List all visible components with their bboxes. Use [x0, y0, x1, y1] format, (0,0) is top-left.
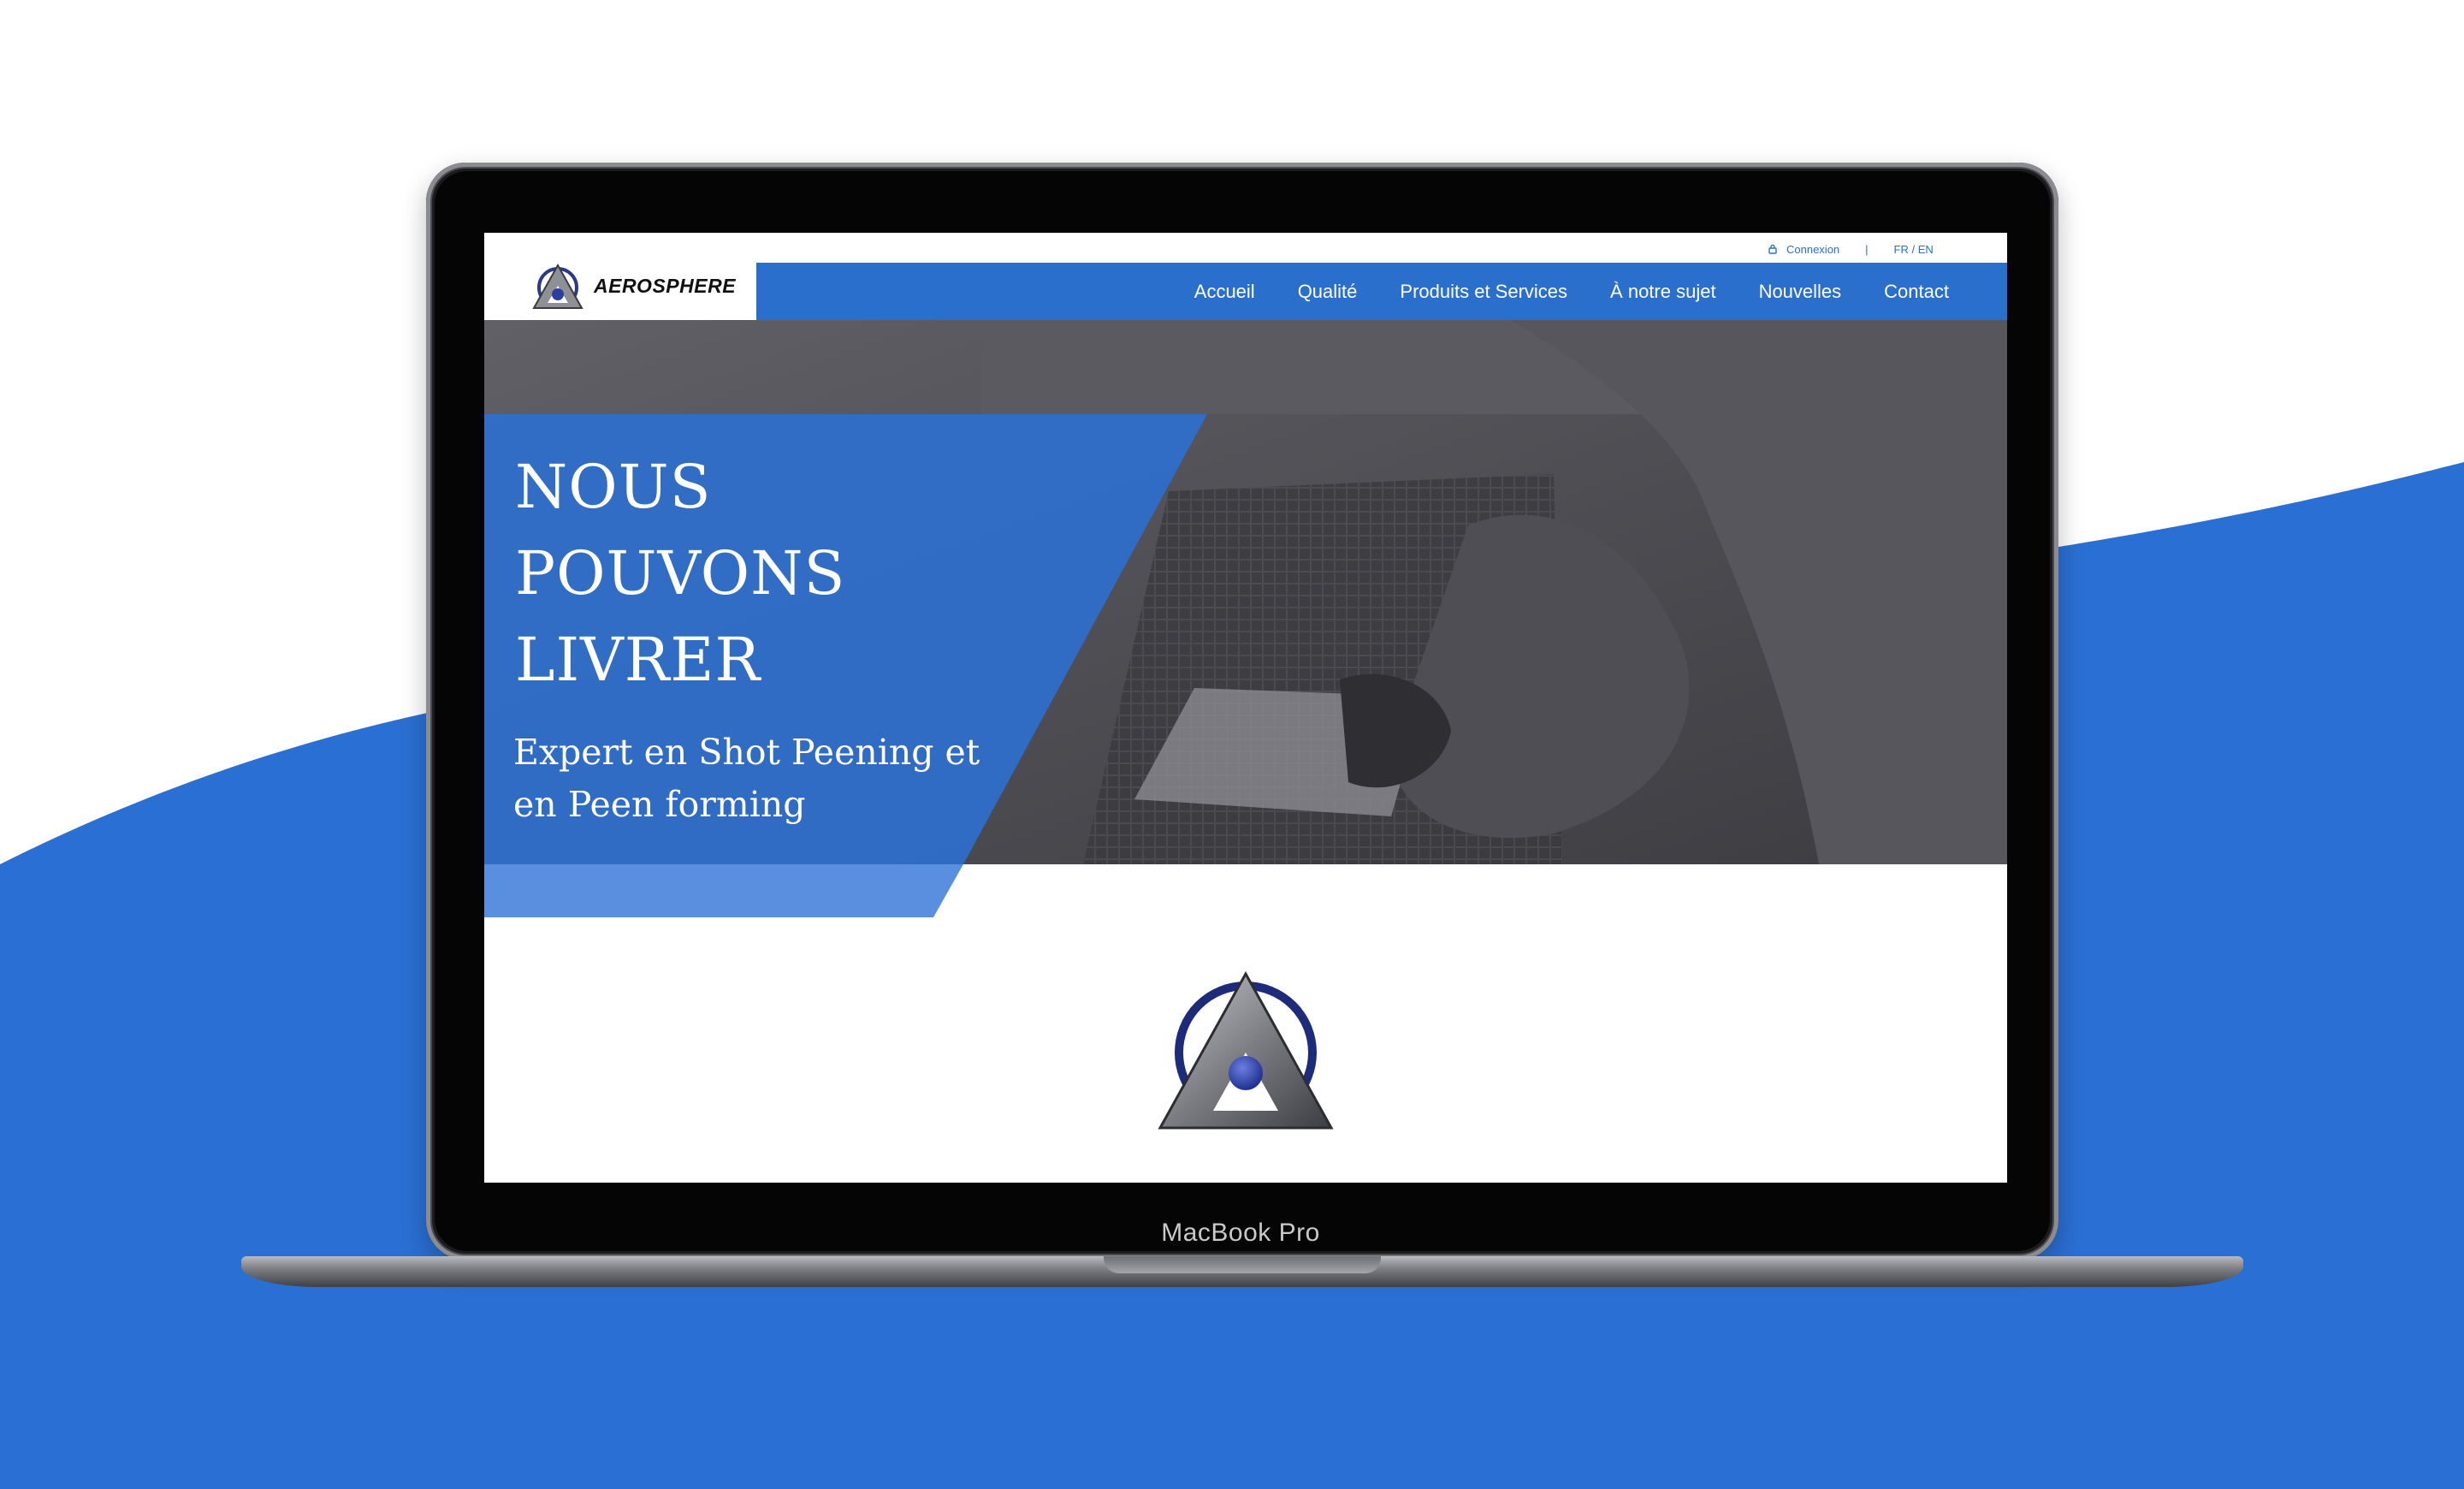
- hero-subtitle-line: Expert en Shot Peening et: [513, 732, 980, 773]
- main-navbar: Accueil Qualité Produits et Services À n…: [756, 263, 2007, 320]
- hero-accent-stripe: [484, 864, 963, 917]
- nav-item-a-notre-sujet[interactable]: À notre sujet: [1610, 281, 1716, 303]
- login-link[interactable]: Connexion: [1786, 243, 1839, 256]
- hero-subtitle: Expert en Shot Peening et en Peen formin…: [513, 727, 992, 831]
- hero-title-line: NOUS: [515, 452, 712, 522]
- aerosphere-logo-large: [1158, 970, 1334, 1130]
- website-screen: AEROSPHERE Connexion | FR / EN Accueil Q…: [484, 233, 2007, 1183]
- nav-item-accueil[interactable]: Accueil: [1194, 281, 1255, 303]
- utility-bar: Connexion | FR / EN: [1768, 240, 1934, 258]
- hero-title: NOUS POUVONS LIVRER: [515, 444, 1114, 703]
- nav-item-qualite[interactable]: Qualité: [1298, 281, 1358, 303]
- nav-item-produits-services[interactable]: Produits et Services: [1400, 281, 1567, 303]
- brand-name: AEROSPHERE: [594, 275, 737, 297]
- nav-item-nouvelles[interactable]: Nouvelles: [1759, 281, 1842, 303]
- nav-menu: Accueil Qualité Produits et Services À n…: [1194, 263, 1949, 320]
- hero-title-line: LIVRER: [515, 625, 761, 695]
- header-logo[interactable]: AEROSPHERE: [484, 233, 756, 320]
- laptop-notch: [1104, 1256, 1381, 1273]
- nav-item-contact[interactable]: Contact: [1884, 281, 1949, 303]
- lock-icon: [1768, 244, 1777, 254]
- device-label: MacBook Pro: [1161, 1219, 1320, 1247]
- language-switch[interactable]: FR / EN: [1894, 243, 1934, 256]
- hero-subtitle-line: en Peen forming: [513, 784, 806, 825]
- topbar-separator: |: [1865, 242, 1869, 256]
- hero-banner: NOUS POUVONS LIVRER Expert en Shot Peeni…: [484, 320, 2007, 864]
- aerosphere-logo: [532, 264, 583, 309]
- hero-title-line: POUVONS: [515, 538, 846, 608]
